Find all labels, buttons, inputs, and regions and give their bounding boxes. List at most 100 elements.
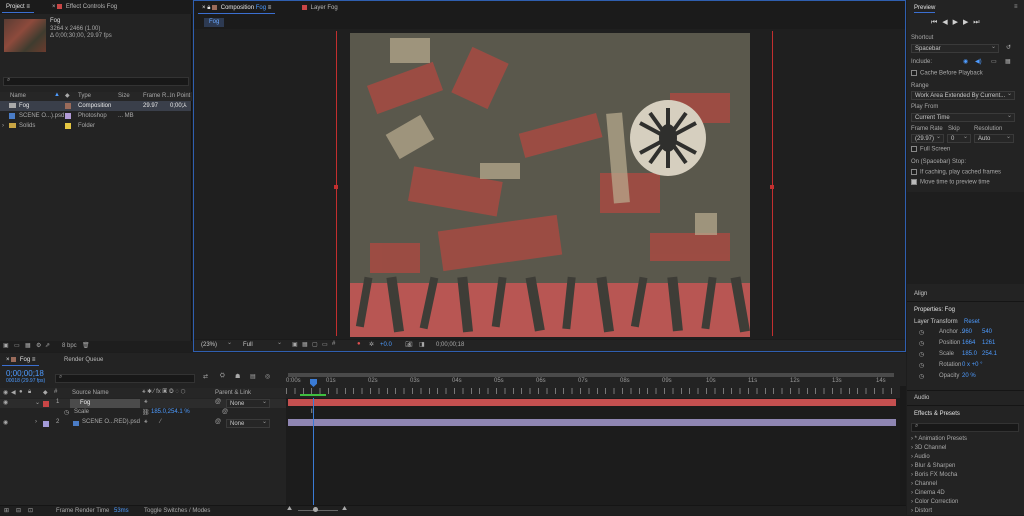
- project-flow-icon[interactable]: ⇗: [45, 342, 50, 349]
- stopwatch-icon[interactable]: ◷: [64, 409, 69, 416]
- channel-icon[interactable]: ●: [357, 341, 361, 347]
- playhead-line[interactable]: [313, 398, 314, 515]
- stopwatch-icon[interactable]: ◷: [919, 374, 924, 380]
- quality-switch-icon[interactable]: ⁄: [160, 419, 161, 425]
- include-audio-icon[interactable]: ◀︎): [975, 58, 982, 65]
- full-screen-checkbox[interactable]: Full Screen: [911, 146, 950, 153]
- if-caching-checkbox[interactable]: If caching, play cached frames: [911, 169, 1001, 176]
- track-area[interactable]: I: [286, 398, 900, 515]
- constrain-link-icon[interactable]: ⛓: [142, 409, 150, 416]
- reset-icon[interactable]: ↺: [1006, 44, 1011, 51]
- layer-row-2[interactable]: ◉ › 2 SCENE O...RED).psd ⚹ ⁄ @ None: [0, 419, 286, 428]
- tab-composition[interactable]: × 🔒︎ Composition Fog ≡: [198, 3, 276, 14]
- close-icon[interactable]: ×: [202, 5, 206, 11]
- shortcut-dropdown[interactable]: Spacebar: [911, 44, 999, 53]
- include-layers-icon[interactable]: ▦: [1005, 58, 1011, 65]
- effects-item[interactable]: › Channel: [911, 480, 1021, 489]
- stopwatch-icon[interactable]: ◷: [919, 363, 924, 369]
- scale-value[interactable]: 185.0,254.1 %: [151, 409, 190, 415]
- col-frame-rate[interactable]: Frame R...: [143, 93, 171, 99]
- close-icon[interactable]: ×: [6, 357, 10, 363]
- region-of-interest-icon[interactable]: ▭: [322, 341, 328, 348]
- stopwatch-icon[interactable]: ◷: [919, 330, 924, 336]
- audio-title[interactable]: Audio: [914, 395, 929, 401]
- bpc-button[interactable]: 8 bpc: [62, 343, 77, 349]
- viewer-timecode[interactable]: 0;00;00;18: [436, 342, 464, 348]
- align-title[interactable]: Align: [914, 291, 927, 297]
- new-folder-icon[interactable]: ▭: [14, 342, 20, 349]
- layer-2-bar[interactable]: [288, 419, 896, 426]
- grid-guide-icon[interactable]: #: [332, 341, 335, 347]
- comp-handle-right[interactable]: [770, 185, 774, 189]
- zoom-out-icon[interactable]: ⛰: [287, 506, 292, 513]
- zoom-in-icon[interactable]: ⛰: [342, 506, 347, 513]
- lock-icon[interactable]: 🔒︎: [207, 5, 210, 11]
- effects-item[interactable]: › Boris FX Mocha: [911, 471, 1021, 480]
- shy-layers-icon[interactable]: ☗: [235, 373, 240, 380]
- frame-blending-icon[interactable]: ▤: [250, 373, 256, 380]
- stopwatch-icon[interactable]: ◷: [919, 352, 924, 358]
- flowchart-icon[interactable]: ⅄: [183, 101, 187, 111]
- audio-switch-icon[interactable]: ◀︎: [11, 389, 16, 396]
- layer-row-1[interactable]: ◉ ⌄ 1 Fog ⚹ @ None: [0, 399, 286, 408]
- effects-item[interactable]: › 3D Channel: [911, 444, 1021, 453]
- stopwatch-icon[interactable]: ◷: [919, 341, 924, 347]
- solo-icon[interactable]: ●: [19, 389, 23, 395]
- effects-item[interactable]: › Color Correction: [911, 498, 1021, 507]
- col-size[interactable]: Size: [118, 93, 130, 99]
- pickwhip-icon[interactable]: @: [222, 409, 228, 415]
- label-column-icon[interactable]: ◆: [43, 389, 48, 396]
- panel-menu-icon[interactable]: ≡: [26, 4, 30, 10]
- zoom-slider-handle[interactable]: [313, 507, 318, 512]
- layer-label-color[interactable]: [43, 401, 49, 407]
- play-from-dropdown[interactable]: Current Time: [911, 113, 1015, 122]
- toggle-switches-modes[interactable]: Toggle Switches / Modes: [144, 508, 210, 514]
- parent-dropdown[interactable]: None: [226, 399, 270, 408]
- current-timecode[interactable]: 0;00;00;18: [6, 369, 44, 378]
- time-ruler[interactable]: 0:00s 01s 02s 03s 04s 05s 06s 07s 08s 09…: [286, 373, 900, 397]
- col-in-point[interactable]: In Point: [170, 93, 190, 99]
- shy-switch-icon[interactable]: ⚹: [144, 399, 148, 406]
- effects-item[interactable]: › Audio: [911, 453, 1021, 462]
- draft-3d-icon[interactable]: ⛭: [220, 373, 225, 380]
- tab-project[interactable]: Project ≡: [2, 2, 34, 13]
- range-dropdown[interactable]: Work Area Extended By Current...: [911, 91, 1015, 100]
- exposure-value[interactable]: +0.0: [380, 342, 392, 348]
- fast-previews-icon[interactable]: ▣: [292, 341, 298, 348]
- transparency-grid-icon[interactable]: ▦: [302, 341, 308, 348]
- zoom-slider[interactable]: [298, 510, 338, 511]
- expand-arrow-icon[interactable]: ›: [2, 121, 4, 131]
- reset-link[interactable]: Reset: [964, 319, 980, 325]
- snapshot-icon[interactable]: 📷︎: [405, 341, 413, 348]
- timeline-search-input[interactable]: ⌕: [55, 374, 195, 383]
- label-color-swatch[interactable]: [65, 123, 71, 129]
- resolution-dropdown[interactable]: Full: [240, 341, 284, 350]
- layer-name-box[interactable]: Fog: [70, 399, 140, 408]
- tab-effect-controls[interactable]: × Effect Controls Fog: [48, 2, 121, 13]
- project-item-fog[interactable]: Fog Composition 29.97 0;00; ⅄: [0, 101, 191, 111]
- col-parent-link[interactable]: Parent & Link: [215, 390, 251, 396]
- label-color-swatch[interactable]: [65, 103, 71, 109]
- zoom-dropdown[interactable]: (23%): [198, 341, 234, 350]
- col-name[interactable]: Name: [10, 93, 26, 99]
- mask-visibility-icon[interactable]: ▢: [312, 341, 318, 348]
- effects-search-input[interactable]: ⌕: [911, 423, 1019, 432]
- tab-timeline-fog[interactable]: × Fog ≡: [2, 355, 40, 366]
- include-video-icon[interactable]: ◉: [963, 58, 968, 65]
- color-management-icon[interactable]: ✲: [369, 341, 374, 348]
- eye-icon[interactable]: ◉: [3, 399, 8, 406]
- panel-menu-icon[interactable]: ≡: [32, 357, 36, 363]
- layer-label-color[interactable]: [43, 421, 49, 427]
- comp-viewport[interactable]: [194, 29, 905, 339]
- parent-pickwhip-icon[interactable]: @: [215, 399, 221, 405]
- tab-render-queue[interactable]: Render Queue: [60, 355, 107, 366]
- col-source-name[interactable]: Source Name: [72, 390, 109, 396]
- parent-pickwhip-icon[interactable]: @: [215, 419, 221, 425]
- show-snapshot-icon[interactable]: ◨: [419, 341, 425, 348]
- first-frame-icon[interactable]: ⏮: [931, 19, 937, 26]
- expand-icon[interactable]: ⊞: [4, 507, 9, 514]
- video-switch-icon[interactable]: ◉: [3, 389, 8, 396]
- expand-arrow-icon[interactable]: ⌄: [35, 399, 40, 406]
- prev-frame-icon[interactable]: ◀︎: [942, 19, 947, 26]
- include-overlays-icon[interactable]: ▭: [991, 58, 997, 65]
